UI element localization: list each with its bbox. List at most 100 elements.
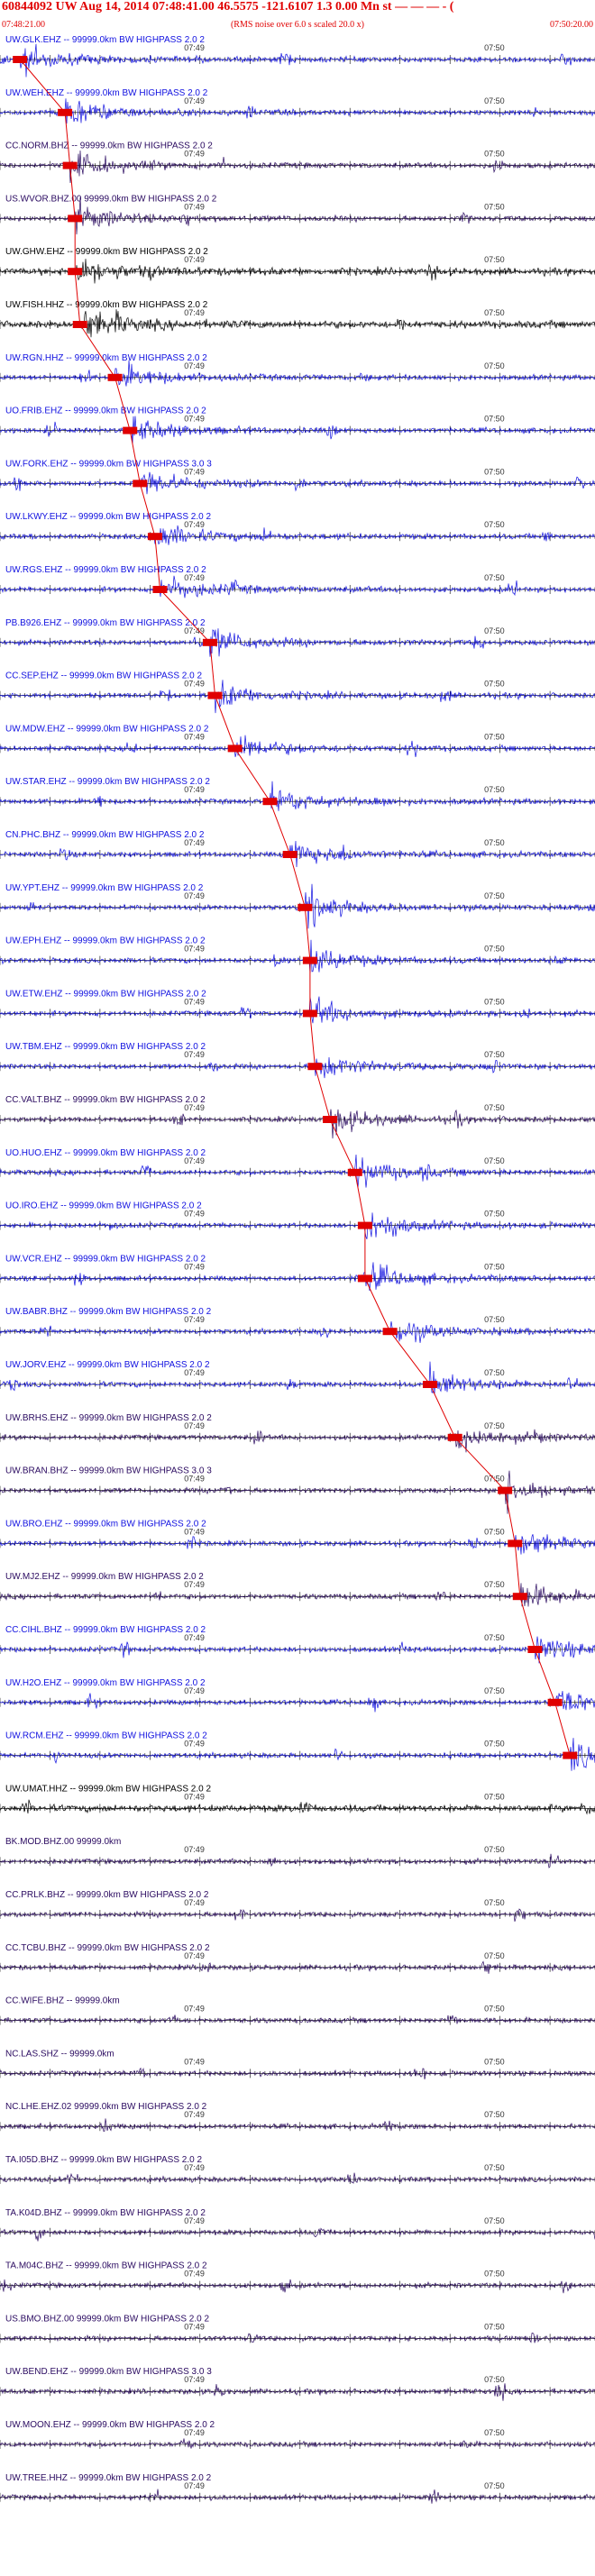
trace-group: TA.I05D.BHZ -- 99999.0km BW HIGHPASS 2.0… xyxy=(0,2155,595,2185)
trace-group: UW.RGS.EHZ -- 99999.0km BW HIGHPASS 2.0 … xyxy=(0,565,595,598)
trace-group: UW.UMAT.HHZ -- 99999.0km BW HIGHPASS 2.0… xyxy=(0,1784,595,1815)
minute-label: 07:50 xyxy=(484,520,505,529)
minute-label: 07:50 xyxy=(484,1315,505,1324)
trace-label: UW.ETW.EHZ -- 99999.0km BW HIGHPASS 2.0 … xyxy=(5,989,206,999)
minute-label: 07:49 xyxy=(184,150,205,159)
minute-label: 07:49 xyxy=(184,308,205,317)
minute-label: 07:50 xyxy=(484,838,505,847)
trace-group: TA.M04C.BHZ -- 99999.0km BW HIGHPASS 2.0… xyxy=(0,2261,595,2294)
trace-label: CC.SEP.EHZ -- 99999.0km BW HIGHPASS 2.0 … xyxy=(5,671,202,681)
minute-label: 07:49 xyxy=(184,1103,205,1112)
trace-group: CN.PHC.BHZ -- 99999.0km BW HIGHPASS 2.0 … xyxy=(0,830,595,868)
trace-label: UW.UMAT.HHZ -- 99999.0km BW HIGHPASS 2.0… xyxy=(5,1784,211,1794)
trace-label: UW.GLK.EHZ -- 99999.0km BW HIGHPASS 2.0 … xyxy=(5,35,205,45)
trace-group: UW.H2O.EHZ -- 99999.0km BW HIGHPASS 2.0 … xyxy=(0,1678,595,1713)
trace-group: TA.K04D.BHZ -- 99999.0km BW HIGHPASS 2.0… xyxy=(0,2208,595,2242)
minute-label: 07:49 xyxy=(184,1633,205,1642)
waveform xyxy=(0,2227,595,2242)
trace-group: UW.MJ2.EHZ -- 99999.0km BW HIGHPASS 2.0 … xyxy=(0,1572,595,1607)
minute-label: 07:49 xyxy=(184,680,205,689)
trace-label: UO.HUO.EHZ -- 99999.0km BW HIGHPASS 2.0 … xyxy=(5,1148,206,1158)
trace-group: US.BMO.BHZ.00 99999.0km BW HIGHPASS 2.0 … xyxy=(0,2314,595,2343)
minute-label: 07:49 xyxy=(184,2375,205,2384)
minute-label: 07:49 xyxy=(184,945,205,954)
trace-label: UO.FRIB.EHZ -- 99999.0km BW HIGHPASS 2.0… xyxy=(5,406,206,416)
trace-label: PB.B926.EHZ -- 99999.0km BW HIGHPASS 2.0… xyxy=(5,618,206,628)
minute-label: 07:49 xyxy=(184,1210,205,1219)
trace-group: UW.WEH.EHZ -- 99999.0km BW HIGHPASS 2.0 … xyxy=(0,88,595,124)
minute-label: 07:50 xyxy=(484,2481,505,2490)
trace-label: TA.I05D.BHZ -- 99999.0km BW HIGHPASS 2.0… xyxy=(5,2155,202,2165)
minute-label: 07:50 xyxy=(484,1633,505,1642)
minute-label: 07:50 xyxy=(484,1740,505,1749)
waveform xyxy=(0,150,595,184)
trace-label: CC.VALT.BHZ -- 99999.0km BW HIGHPASS 2.0… xyxy=(5,1095,206,1105)
waveform xyxy=(0,2279,595,2294)
waveform xyxy=(0,2383,595,2401)
minute-label: 07:49 xyxy=(184,96,205,105)
minute-label: 07:49 xyxy=(184,1050,205,1059)
waveform xyxy=(0,1636,595,1664)
trace-label: UW.BRHS.EHZ -- 99999.0km BW HIGHPASS 2.0… xyxy=(5,1413,212,1423)
minute-label: 07:49 xyxy=(184,361,205,370)
minute-label: 07:50 xyxy=(484,96,505,105)
waveform xyxy=(0,2118,595,2133)
minute-label: 07:50 xyxy=(484,2110,505,2119)
pick-marker xyxy=(13,56,28,63)
trace-label: UW.MJ2.EHZ -- 99999.0km BW HIGHPASS 2.0 … xyxy=(5,1572,204,1582)
waveform xyxy=(0,1321,595,1343)
minute-label: 07:50 xyxy=(484,945,505,954)
seismogram-plot: UW.GLK.EHZ -- 99999.0km BW HIGHPASS 2.0 … xyxy=(0,35,595,2504)
trace-label: UW.WEH.EHZ -- 99999.0km BW HIGHPASS 2.0 … xyxy=(5,88,208,98)
minute-label: 07:50 xyxy=(484,1527,505,1536)
trace-label: UW.H2O.EHZ -- 99999.0km BW HIGHPASS 2.0 … xyxy=(5,1678,206,1688)
waveform xyxy=(0,416,595,445)
waveform xyxy=(0,1109,595,1139)
minute-label: 07:50 xyxy=(484,1580,505,1589)
minute-label: 07:50 xyxy=(484,1262,505,1271)
waveform xyxy=(0,1853,595,1868)
trace-group: UW.MDW.EHZ -- 99999.0km BW HIGHPASS 2.0 … xyxy=(0,724,595,757)
minute-label: 07:49 xyxy=(184,2481,205,2490)
minute-label: 07:49 xyxy=(184,1315,205,1324)
minute-label: 07:50 xyxy=(484,785,505,794)
minute-label: 07:49 xyxy=(184,1740,205,1749)
minute-label: 07:49 xyxy=(184,415,205,424)
trace-group: UW.FORK.EHZ -- 99999.0km BW HIGHPASS 3.0… xyxy=(0,459,595,495)
minute-label: 07:50 xyxy=(484,2428,505,2437)
minute-label: 07:49 xyxy=(184,2163,205,2172)
minute-label: 07:50 xyxy=(484,2322,505,2331)
waveform xyxy=(0,1691,595,1713)
trace-label: US.BMO.BHZ.00 99999.0km BW HIGHPASS 2.0 … xyxy=(5,2314,209,2324)
waveform xyxy=(0,2014,595,2024)
trace-group: CC.NORM.BHZ -- 99999.0km BW HIGHPASS 2.0… xyxy=(0,142,595,184)
waveform xyxy=(0,1799,595,1815)
trace-label: UW.JORV.EHZ -- 99999.0km BW HIGHPASS 2.0… xyxy=(5,1360,210,1370)
trace-label: UW.BEND.EHZ -- 99999.0km BW HIGHPASS 3.0… xyxy=(5,2367,212,2377)
minute-label: 07:50 xyxy=(484,150,505,159)
minute-label: 07:50 xyxy=(484,1103,505,1112)
minute-label: 07:50 xyxy=(484,2005,505,2014)
waveform xyxy=(0,98,595,124)
minute-label: 07:49 xyxy=(184,255,205,264)
trace-group: UW.GHW.EHZ -- 99999.0km BW HIGHPASS 2.0 … xyxy=(0,247,595,284)
minute-label: 07:49 xyxy=(184,1527,205,1536)
trace-label: TA.K04D.BHZ -- 99999.0km BW HIGHPASS 2.0… xyxy=(5,2208,206,2218)
minute-label: 07:50 xyxy=(484,255,505,264)
trace-group: BK.MOD.BHZ.00 99999.0km 07:49 07:50 xyxy=(0,1837,595,1868)
trace-group: UW.EPH.EHZ -- 99999.0km BW HIGHPASS 2.0 … xyxy=(0,936,595,973)
trace-group: UW.TREE.HHZ -- 99999.0km BW HIGHPASS 2.0… xyxy=(0,2473,595,2504)
minute-label: 07:50 xyxy=(484,467,505,476)
trace-group: CC.PRLK.BHZ -- 99999.0km BW HIGHPASS 2.0… xyxy=(0,1890,595,1922)
waveform xyxy=(0,360,595,387)
trace-label: UW.LKWY.EHZ -- 99999.0km BW HIGHPASS 2.0… xyxy=(5,512,211,522)
minute-label: 07:50 xyxy=(484,43,505,52)
trace-label: UW.RCM.EHZ -- 99999.0km BW HIGHPASS 2.0 … xyxy=(5,1731,207,1741)
minute-label: 07:50 xyxy=(484,2163,505,2172)
trace-group: UW.BRAN.BHZ -- 99999.0km BW HIGHPASS 3.0… xyxy=(0,1466,595,1514)
trace-group: UW.RGN.HHZ -- 99999.0km BW HIGHPASS 2.0 … xyxy=(0,353,595,387)
minute-label: 07:50 xyxy=(484,202,505,211)
trace-label: UW.EPH.EHZ -- 99999.0km BW HIGHPASS 2.0 … xyxy=(5,936,206,946)
trace-group: CC.WIFE.BHZ -- 99999.0km 07:49 07:50 xyxy=(0,1996,595,2025)
minute-label: 07:50 xyxy=(484,732,505,741)
